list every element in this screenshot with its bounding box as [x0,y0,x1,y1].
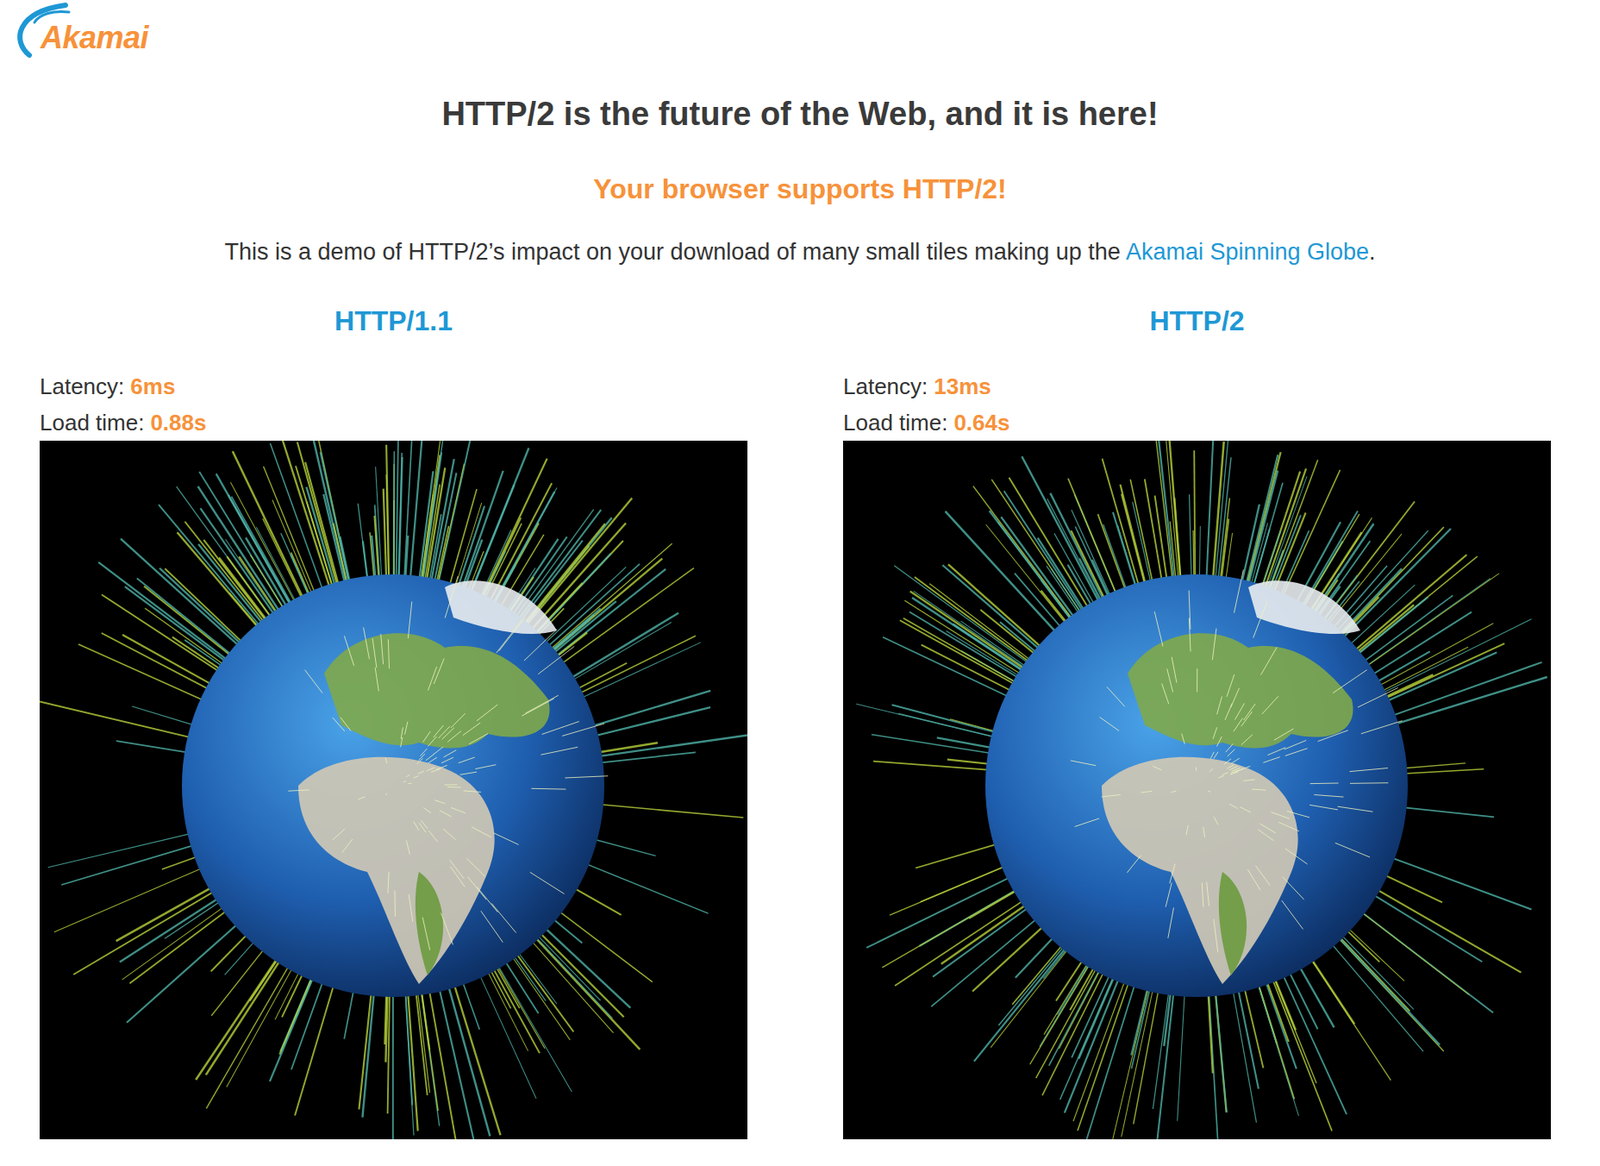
latency-label: Latency: [843,373,928,400]
demo-grid: HTTP/1.1Latency:6msLoad time:0.88sHTTP/2… [0,304,1600,1138]
latency-row: Latency:6ms [39,368,748,405]
latency-value: 6ms [130,373,175,400]
load-time-row: Load time:0.88s [39,404,748,441]
logo-text: Akamai [40,20,149,56]
globe-image [39,440,748,1139]
demo-stats: Latency:6msLoad time:0.88s [39,368,748,441]
load-time-value: 0.88s [150,409,207,436]
akamai-logo[interactable]: Akamai [0,0,199,63]
demo-column: HTTP/2Latency:13msLoad time:0.64s [843,304,1551,1138]
intro-text: This is a demo of HTTP/2’s impact on you… [0,237,1600,266]
page-heading: HTTP/2 is the future of the Web, and it … [0,94,1600,135]
support-message: Your browser supports HTTP/2! [0,172,1600,206]
intro-end: . [1368,238,1376,265]
latency-label: Latency: [39,373,125,400]
demo-column: HTTP/1.1Latency:6msLoad time:0.88s [39,304,748,1138]
intro-span: This is a demo of HTTP/2’s impact on you… [224,238,1125,265]
globe-link[interactable]: Akamai Spinning Globe [1125,238,1369,265]
protocol-title: HTTP/1.1 [39,304,748,338]
globe-image [843,440,1551,1139]
latency-value: 13ms [933,373,992,400]
demo-stats: Latency:13msLoad time:0.64s [843,368,1551,441]
load-time-row: Load time:0.64s [843,404,1551,441]
latency-row: Latency:13ms [843,368,1551,405]
load-time-label: Load time: [843,409,948,436]
protocol-title: HTTP/2 [843,304,1551,338]
load-time-label: Load time: [39,409,144,436]
load-time-value: 0.64s [953,409,1010,436]
